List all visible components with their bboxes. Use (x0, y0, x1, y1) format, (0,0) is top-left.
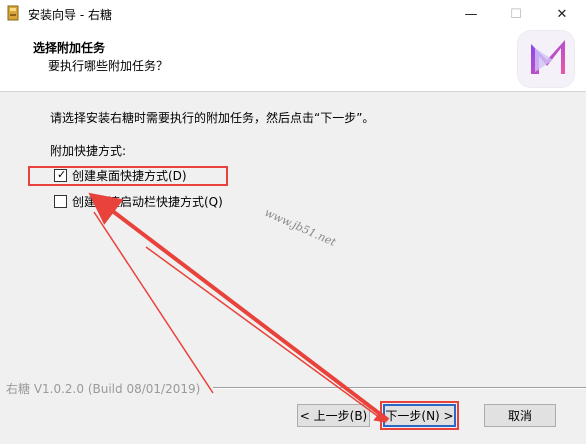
wizard-header: 选择附加任务 要执行哪些附加任务？ (0, 28, 586, 92)
checkbox-unchecked-icon[interactable] (54, 194, 67, 208)
maximize-button[interactable]: ☐ (493, 0, 539, 28)
page-title: 选择附加任务 (33, 41, 106, 55)
version-text: 右糖 V1.0.2.0 (Build 08/01/2019) (6, 382, 201, 396)
instruction-text: 请选择安装右糖时需要执行的附加任务，然后点击“下一步”。 (50, 111, 375, 125)
title-bar: 安装向导 - 右糖 — ☐ ✕ (0, 0, 586, 28)
window-title: 安装向导 - 右糖 (28, 8, 112, 22)
watermark: www.jb51.net (262, 206, 338, 249)
back-button[interactable]: < 上一步(B) (297, 404, 370, 427)
minimize-icon: — (464, 6, 478, 22)
next-button[interactable]: 下一步(N) > (380, 401, 459, 430)
cancel-button[interactable]: 取消 (484, 404, 556, 427)
app-icon (7, 5, 19, 21)
footer-divider (213, 387, 586, 389)
page-subtitle: 要执行哪些附加任务？ (48, 59, 169, 73)
close-button[interactable]: ✕ (539, 0, 585, 28)
task-label: 创建快速启动栏快捷方式(Q) (72, 194, 223, 209)
maximize-icon: ☐ (510, 6, 522, 22)
minimize-button[interactable]: — (448, 0, 494, 28)
annotation-arrow (93, 211, 214, 394)
shortcut-group-label: 附加快捷方式: (50, 144, 127, 158)
logo-icon (517, 30, 575, 88)
task-quicklaunch-shortcut[interactable]: 创建快速启动栏快捷方式(Q) (54, 192, 223, 210)
annotation-highlight-box (28, 166, 228, 186)
close-icon: ✕ (556, 6, 568, 22)
